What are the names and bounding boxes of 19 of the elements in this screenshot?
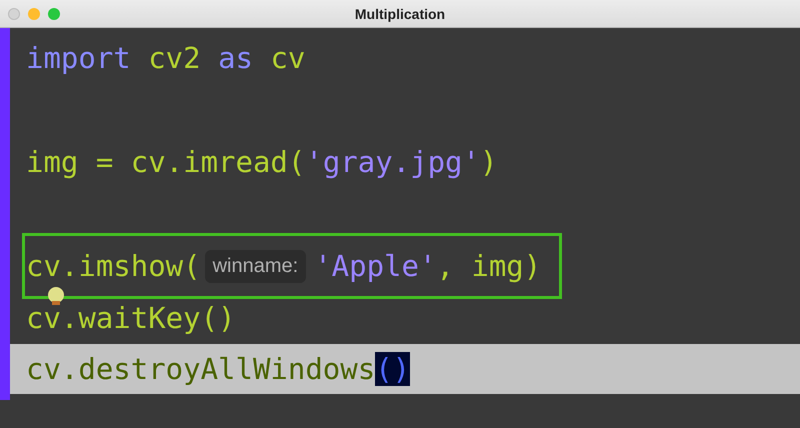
code-token: cv.waitKey() (26, 301, 236, 335)
code-token: ) (480, 145, 498, 179)
code-token: cv2 (147, 41, 202, 75)
code-token: , img) (436, 249, 542, 283)
code-token: cv (269, 41, 306, 75)
code-token: as (218, 41, 253, 75)
code-token: 'Apple' (314, 249, 436, 283)
code-token: img = cv.imread( (26, 145, 306, 179)
close-button[interactable] (8, 8, 20, 20)
minimize-button[interactable] (28, 8, 40, 20)
matching-brackets: () (375, 352, 410, 386)
parameter-hint: winname: (204, 250, 306, 282)
code-token: import (26, 41, 131, 75)
code-token: cv.imshow( (26, 249, 201, 283)
code-token: 'gray.jpg' (305, 145, 480, 179)
window-title: Multiplication (354, 6, 446, 22)
lightbulb-icon[interactable] (46, 286, 66, 306)
code-token: cv.destroyAllWindows (26, 352, 376, 386)
zoom-button[interactable] (48, 8, 60, 20)
